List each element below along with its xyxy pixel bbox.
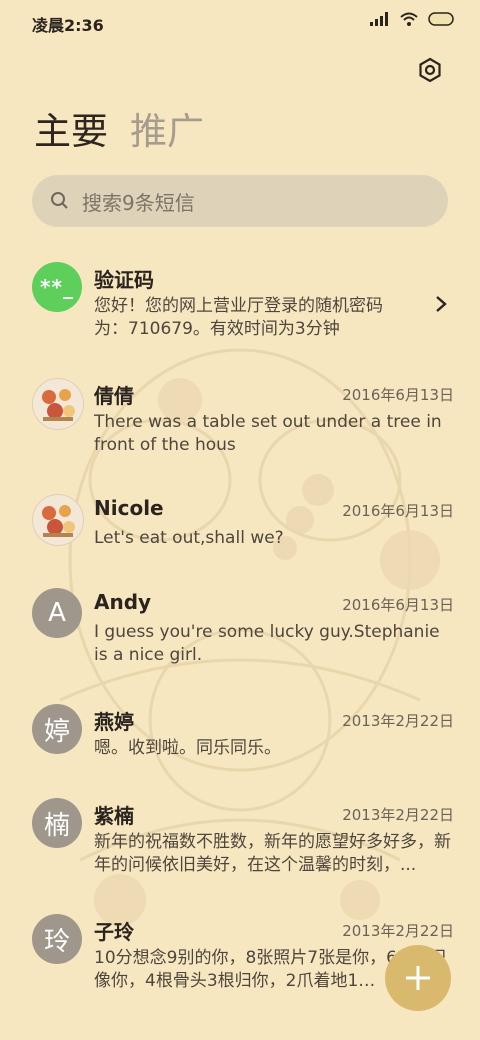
search-placeholder: 搜索9条短信 <box>82 190 195 215</box>
status-time: 凌晨2:36 <box>32 16 104 35</box>
message-preview: I guess you're some lucky guy.Stephanie … <box>94 622 440 665</box>
search-bar[interactable]: 搜索9条短信 <box>32 175 448 227</box>
sender-name: Andy <box>94 590 152 614</box>
search-icon <box>51 192 68 209</box>
message-date: 2013年2月22日 <box>342 712 454 730</box>
avatar-text: 玲 <box>43 926 70 957</box>
sender-name: 子玲 <box>94 920 134 944</box>
avatar-text: A <box>48 598 66 628</box>
avatar: 婷 <box>32 704 82 754</box>
message-item[interactable]: A Andy 2016年6月13日 I guess you're some lu… <box>0 574 480 690</box>
message-preview: 嗯。收到啦。同乐同乐。 <box>94 738 281 758</box>
avatar-text: 婷 <box>43 716 70 747</box>
message-date: 2013年2月22日 <box>342 806 454 824</box>
message-date: 2013年2月22日 <box>342 922 454 940</box>
message-date: 2016年6月13日 <box>342 386 454 404</box>
message-date: 2016年6月13日 <box>342 502 454 520</box>
gear-icon[interactable] <box>416 56 444 84</box>
avatar: 玲 <box>32 914 82 964</box>
message-item[interactable]: 倩倩 2016年6月13日 There was a table set out … <box>0 364 480 480</box>
tab-primary[interactable]: 主要 <box>34 110 108 154</box>
message-preview: 您好！您的网上营业厅登录的随机密码为：710679。有效时间为3分钟 <box>94 296 383 339</box>
compose-button[interactable] <box>385 945 451 1011</box>
avatar: A <box>32 588 82 638</box>
avatar <box>32 494 84 546</box>
message-list: **_ 验证码 您好！您的网上营业厅登录的随机密码为：710679。有效时间为3… <box>0 248 480 1016</box>
message-preview: There was a table set out under a tree i… <box>94 412 442 455</box>
plus-icon <box>406 966 430 990</box>
battery-icon <box>428 12 454 26</box>
avatar-illustration <box>42 505 75 537</box>
message-preview: Let's eat out,shall we? <box>94 528 284 548</box>
wifi-icon <box>400 12 418 26</box>
status-icons <box>370 12 456 26</box>
message-date: 2016年6月13日 <box>342 596 454 614</box>
message-item[interactable]: **_ 验证码 您好！您的网上营业厅登录的随机密码为：710679。有效时间为3… <box>0 248 480 364</box>
tab-bar: 主要 推广 <box>34 110 204 154</box>
sender-name: 倩倩 <box>94 384 134 408</box>
signal-icon <box>370 12 388 26</box>
avatar-text: **_ <box>40 275 74 299</box>
message-item[interactable]: Nicole 2016年6月13日 Let's eat out,shall we… <box>0 480 480 574</box>
chevron-right-icon[interactable] <box>432 295 450 313</box>
message-item[interactable]: 楠 紫楠 2013年2月22日 新年的祝福数不胜数，新年的愿望好多好多，新年的问… <box>0 784 480 900</box>
avatar-illustration <box>42 389 75 421</box>
tab-promotions[interactable]: 推广 <box>130 110 204 154</box>
sender-name: 紫楠 <box>94 804 134 828</box>
avatar <box>32 378 84 430</box>
status-bar: 凌晨2:36 <box>0 0 480 44</box>
message-preview: 新年的祝福数不胜数，新年的愿望好多好多，新年的问候依旧美好，在这个温馨的时刻，.… <box>94 832 451 875</box>
message-item[interactable]: 婷 燕婷 2013年2月22日 嗯。收到啦。同乐同乐。 <box>0 690 480 784</box>
sender-name: 燕婷 <box>94 710 134 734</box>
avatar: **_ <box>32 262 82 312</box>
sender-name: 验证码 <box>94 268 154 292</box>
avatar-text: 楠 <box>43 810 70 841</box>
avatar: 楠 <box>32 798 82 848</box>
sender-name: Nicole <box>94 496 164 520</box>
